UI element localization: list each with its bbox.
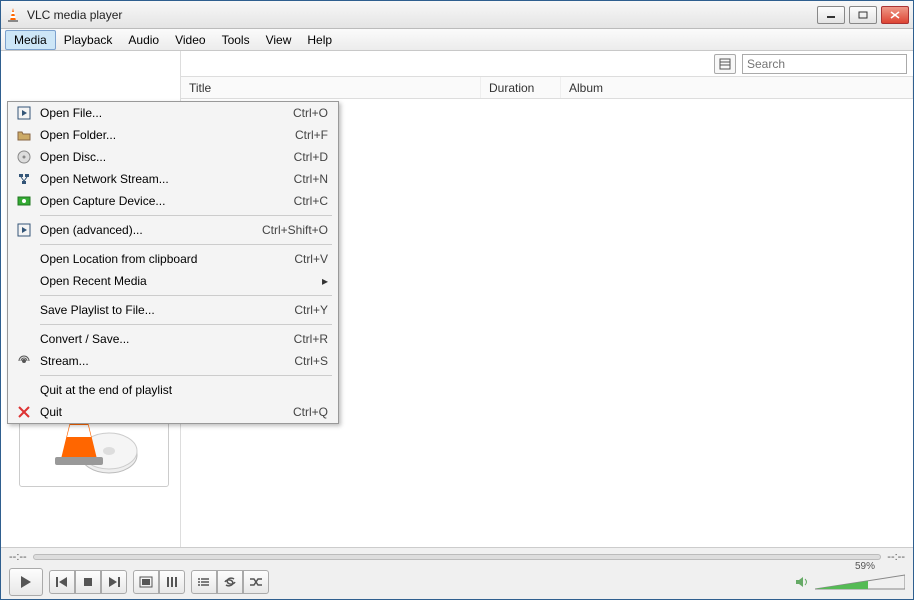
menuitem-shortcut: Ctrl+D — [294, 150, 328, 164]
menu-audio[interactable]: Audio — [120, 31, 167, 49]
submenu-arrow-icon: ▸ — [322, 274, 328, 288]
speaker-icon[interactable] — [795, 575, 811, 589]
menu-separator — [40, 375, 332, 376]
menuitem-open-recent-media[interactable]: Open Recent Media▸ — [8, 270, 338, 292]
menuitem-shortcut: Ctrl+S — [294, 354, 328, 368]
column-title[interactable]: Title — [181, 77, 481, 98]
menuitem-open-file[interactable]: Open File...Ctrl+O — [8, 102, 338, 124]
menu-view[interactable]: View — [258, 31, 300, 49]
fullscreen-button[interactable] — [133, 570, 159, 594]
menu-video[interactable]: Video — [167, 31, 213, 49]
menu-playback[interactable]: Playback — [56, 31, 121, 49]
menuitem-label: Quit — [34, 405, 293, 419]
menuitem-shortcut: Ctrl+Y — [294, 303, 328, 317]
menuitem-label: Open Folder... — [34, 128, 295, 142]
menuitem-shortcut: Ctrl+N — [294, 172, 328, 186]
view-mode-button[interactable] — [714, 54, 736, 74]
menuitem-label: Quit at the end of playlist — [34, 383, 328, 397]
menuitem-label: Open File... — [34, 106, 293, 120]
menuitem-label: Stream... — [34, 354, 294, 368]
menuitem-stream[interactable]: Stream...Ctrl+S — [8, 350, 338, 372]
menuitem-convert-save[interactable]: Convert / Save...Ctrl+R — [8, 328, 338, 350]
stop-button[interactable] — [75, 570, 101, 594]
menuitem-shortcut: Ctrl+O — [293, 106, 328, 120]
loop-button[interactable] — [217, 570, 243, 594]
volume-slider[interactable]: 59% — [815, 573, 905, 591]
menuitem-open-location-from-clipboard[interactable]: Open Location from clipboardCtrl+V — [8, 248, 338, 270]
menubar: MediaPlaybackAudioVideoToolsViewHelp — [1, 29, 913, 51]
window-title: VLC media player — [27, 8, 817, 22]
menuitem-open-folder[interactable]: Open Folder...Ctrl+F — [8, 124, 338, 146]
maximize-button[interactable] — [849, 6, 877, 24]
close-button[interactable] — [881, 6, 909, 24]
search-input[interactable] — [742, 54, 907, 74]
app-window: VLC media player MediaPlaybackAudioVideo… — [0, 0, 914, 600]
menu-separator — [40, 215, 332, 216]
titlebar: VLC media player — [1, 1, 913, 29]
seek-slider[interactable] — [33, 554, 882, 560]
disc-icon — [14, 150, 34, 164]
media-menu-dropdown: Open File...Ctrl+OOpen Folder...Ctrl+FOp… — [7, 101, 339, 424]
menuitem-quit[interactable]: QuitCtrl+Q — [8, 401, 338, 423]
network-icon — [14, 172, 34, 186]
menuitem-shortcut: Ctrl+Shift+O — [262, 223, 328, 237]
menuitem-open-advanced[interactable]: Open (advanced)...Ctrl+Shift+O — [8, 219, 338, 241]
menuitem-shortcut: Ctrl+C — [294, 194, 328, 208]
next-button[interactable] — [101, 570, 127, 594]
menuitem-save-playlist-to-file[interactable]: Save Playlist to File...Ctrl+Y — [8, 299, 338, 321]
quit-icon — [14, 406, 34, 418]
menuitem-open-network-stream[interactable]: Open Network Stream...Ctrl+N — [8, 168, 338, 190]
minimize-button[interactable] — [817, 6, 845, 24]
capture-icon — [14, 195, 34, 207]
controls-bar: 59% — [1, 565, 913, 599]
file-play-icon — [14, 106, 34, 120]
previous-button[interactable] — [49, 570, 75, 594]
menuitem-quit-at-the-end-of-playlist[interactable]: Quit at the end of playlist — [8, 379, 338, 401]
menuitem-label: Convert / Save... — [34, 332, 294, 346]
menu-help[interactable]: Help — [299, 31, 340, 49]
column-album[interactable]: Album — [561, 77, 913, 98]
menu-separator — [40, 324, 332, 325]
menuitem-open-capture-device[interactable]: Open Capture Device...Ctrl+C — [8, 190, 338, 212]
play-button[interactable] — [9, 568, 43, 596]
menuitem-label: Open Disc... — [34, 150, 294, 164]
menuitem-shortcut: Ctrl+Q — [293, 405, 328, 419]
time-total: --:-- — [887, 551, 905, 563]
extended-settings-button[interactable] — [159, 570, 185, 594]
menuitem-label: Open (advanced)... — [34, 223, 262, 237]
menuitem-shortcut: Ctrl+V — [294, 252, 328, 266]
time-elapsed: --:-- — [9, 551, 27, 563]
menuitem-shortcut: Ctrl+R — [294, 332, 328, 346]
menu-tools[interactable]: Tools — [214, 31, 258, 49]
volume-percent-label: 59% — [855, 561, 875, 572]
folder-icon — [14, 129, 34, 141]
stream-icon — [14, 354, 34, 368]
menuitem-label: Open Location from clipboard — [34, 252, 294, 266]
file-play-icon — [14, 223, 34, 237]
menuitem-open-disc[interactable]: Open Disc...Ctrl+D — [8, 146, 338, 168]
app-icon — [5, 7, 21, 23]
main-toolbar — [181, 51, 913, 77]
menuitem-label: Open Recent Media — [34, 274, 322, 288]
column-headers: Title Duration Album — [181, 77, 913, 99]
menu-separator — [40, 244, 332, 245]
column-duration[interactable]: Duration — [481, 77, 561, 98]
menuitem-label: Save Playlist to File... — [34, 303, 294, 317]
menuitem-label: Open Network Stream... — [34, 172, 294, 186]
menu-media[interactable]: Media — [5, 30, 56, 50]
menuitem-shortcut: Ctrl+F — [295, 128, 328, 142]
playlist-button[interactable] — [191, 570, 217, 594]
content-area: Title Duration Album Open File...Ctrl+OO… — [1, 51, 913, 547]
menuitem-label: Open Capture Device... — [34, 194, 294, 208]
menu-separator — [40, 295, 332, 296]
seekbar: --:-- --:-- — [1, 547, 913, 565]
shuffle-button[interactable] — [243, 570, 269, 594]
